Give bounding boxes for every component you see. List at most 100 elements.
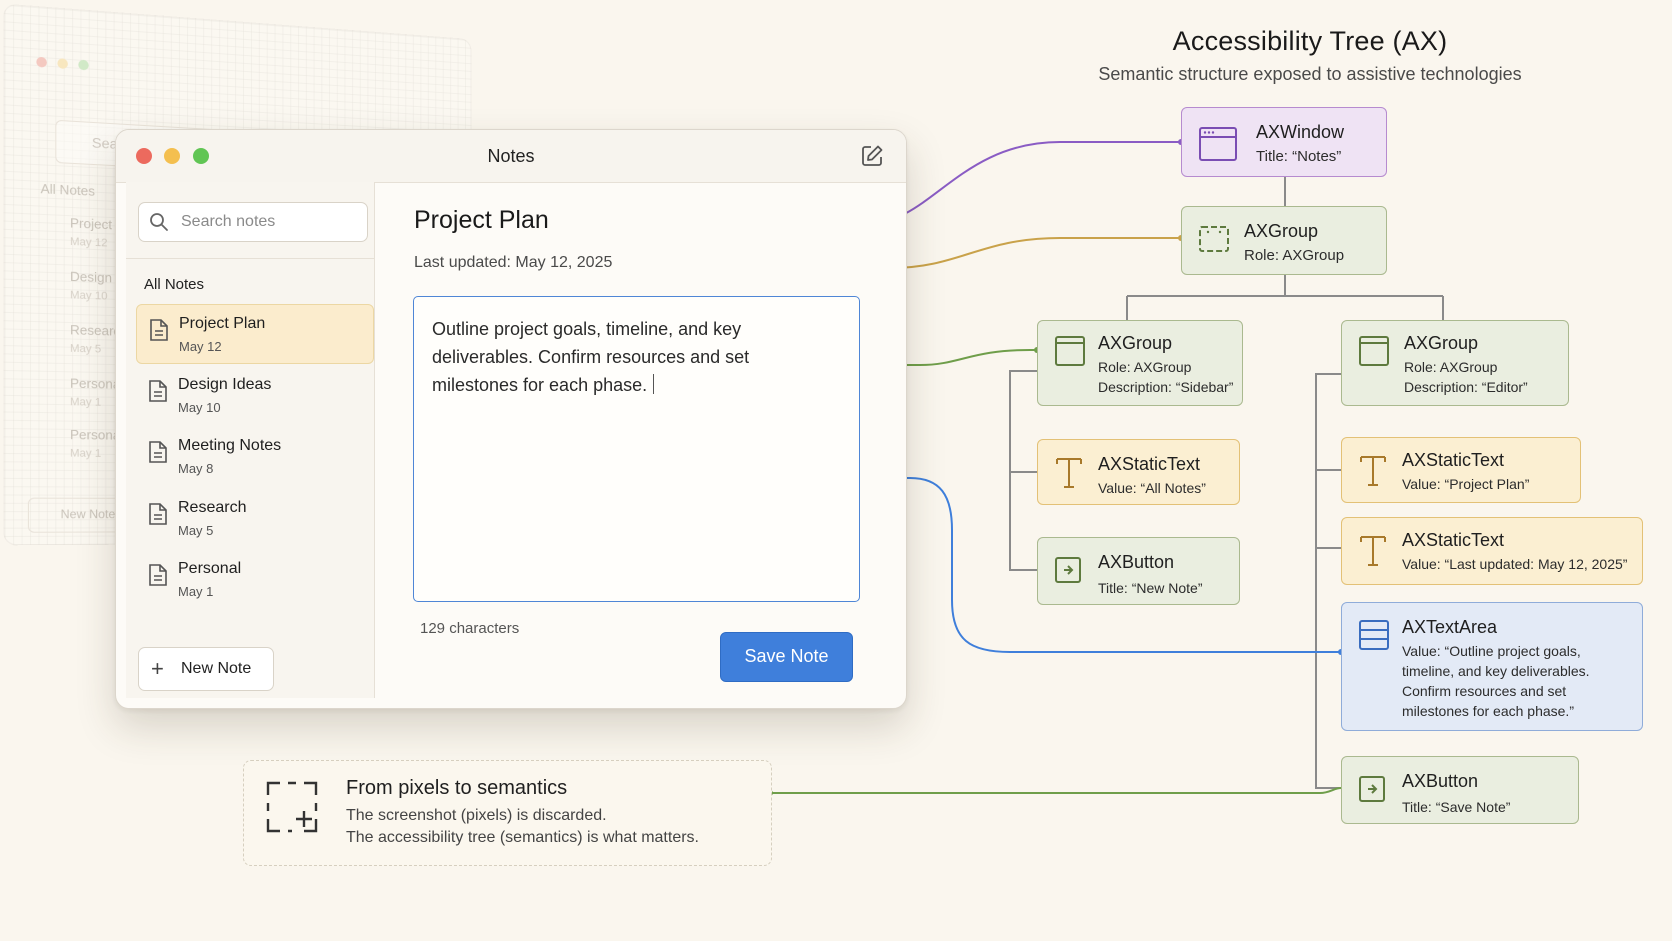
ax-role: AXGroup [1404,333,1479,353]
caption-box: From pixels to semantics The screenshot … [243,760,772,866]
ax-node-group-editor: AXGroup Role: AXGroup Description: “Edit… [1341,320,1569,406]
ax-role: AXStaticText [1402,450,1505,470]
ax-node-window: AXWindow Title: “Notes” [1181,107,1387,177]
ax-node-textarea: AXTextArea Value: “Outline project goals… [1341,602,1643,731]
ax-attr: Value: “Outline project goals, [1402,643,1581,659]
ax-attr: Role: AXGroup [1244,247,1345,264]
ax-attr: Role: AXGroup [1404,359,1498,375]
new-note-button[interactable]: + New Note [138,647,274,691]
ghost-section: All Notes [40,180,96,199]
tree-group-branches [1126,275,1444,320]
note-title: Research [178,499,247,516]
note-date: May 1 [178,584,214,599]
note-item-design-ideas[interactable]: Design Ideas May 10 [136,366,372,424]
ax-node-group-sidebar: AXGroup Role: AXGroup Description: “Side… [1037,320,1243,406]
ax-attr: Value: “Project Plan” [1402,476,1530,492]
group-icon [1199,226,1229,252]
ghost-item-date: May 12 [69,235,108,250]
title-bar: Notes [116,130,906,183]
ax-attr: Role: AXGroup [1098,359,1192,375]
ax-attr: milestones for each phase.” [1402,703,1574,719]
note-date: May 12 [179,339,222,354]
diagram-title: Accessibility Tree (AX) [1172,26,1448,56]
ax-attr: Title: “Save Note” [1402,799,1511,815]
section-label-all-notes: All Notes [144,276,205,293]
ghost-minimize-dot [57,58,68,70]
character-count: 129 characters [420,620,520,637]
note-document-icon [149,441,167,463]
textarea-icon [1359,620,1389,650]
text-icon [1360,456,1386,486]
search-placeholder: Search notes [181,213,276,230]
ax-node-group-root: AXGroup Role: AXGroup [1181,206,1387,275]
panel-icon [1359,336,1389,366]
ax-node-button-new-note: AXButton Title: “New Note” [1037,537,1240,605]
search-input[interactable]: Search notes [138,202,368,242]
text-caret [653,374,655,394]
editor-title: Project Plan [414,206,549,234]
diagram-subtitle: Semantic structure exposed to assistive … [1098,64,1522,84]
search-icon [150,213,168,231]
ax-attr: Confirm resources and set [1402,683,1567,699]
ax-role: AXStaticText [1402,530,1505,550]
note-item-research[interactable]: Research May 5 [136,489,372,547]
note-item-meeting-notes[interactable]: Meeting Notes May 8 [136,427,372,485]
ghost-zoom-dot [78,59,89,71]
ax-attr: Description: “Editor” [1404,379,1528,395]
ax-role: AXStaticText [1098,454,1201,474]
compose-icon[interactable] [860,144,884,168]
note-document-icon [150,319,168,341]
note-document-icon [149,380,167,402]
ax-node-statictext-all-notes: AXStaticText Value: “All Notes” [1037,439,1240,505]
note-title: Design Ideas [178,376,272,393]
caption-heading: From pixels to semantics [346,777,568,799]
note-item-personal[interactable]: Personal May 1 [136,550,372,608]
caption-line-1: The screenshot (pixels) is discarded. [346,807,607,824]
ax-node-statictext-last-updated: AXStaticText Value: “Last updated: May 1… [1341,517,1643,585]
ghost-item-date: May 1 [69,395,102,409]
ghost-close-dot [36,56,47,68]
ax-role: AXButton [1402,771,1479,791]
ghost-item-date: May 5 [69,342,102,356]
text-icon [1360,536,1386,566]
caption-line-2: The accessibility tree (semantics) is wh… [346,829,699,846]
note-title: Project Plan [179,315,266,332]
note-title: Personal [178,560,242,577]
notes-window: Notes Search notes All Notes Project Pla… [115,129,907,709]
tree-editor-bracket [1315,373,1341,789]
ax-role: AXTextArea [1402,617,1498,637]
note-date: May 8 [178,461,214,476]
note-date: May 10 [178,400,221,415]
ax-attr: Title: “Notes” [1256,148,1342,165]
ghost-item-date: May 10 [69,289,108,303]
ax-attr: Description: “Sidebar” [1098,379,1234,395]
wire-caption-to-axbutton-save [770,787,1342,794]
sidebar-divider [126,258,374,259]
text-icon [1056,458,1082,488]
screenshot-selection-icon [266,781,318,833]
note-date: May 5 [178,523,214,538]
ax-attr: Title: “New Note” [1098,580,1203,596]
note-document-icon [149,564,167,586]
note-title: Meeting Notes [178,437,282,454]
tree-sidebar-bracket [1009,370,1037,571]
button-icon [1359,776,1385,802]
note-body-textarea[interactable]: Outline project goals, timeline, and key… [413,296,860,602]
ax-role: AXWindow [1256,122,1345,142]
panel-icon [1055,336,1085,366]
ax-role: AXGroup [1244,221,1319,241]
ghost-item: Persona [69,375,121,392]
ax-role: AXButton [1098,552,1175,572]
editor-last-updated: Last updated: May 12, 2025 [414,254,613,271]
ax-attr: Value: “Last updated: May 12, 2025” [1402,556,1628,572]
note-item-project-plan[interactable]: Project Plan May 12 [136,304,374,364]
window-title: Notes [487,146,535,166]
new-note-label: New Note [181,660,252,677]
ghost-new-button: New Note [27,497,124,533]
ghost-new-label: New Note [60,506,116,522]
note-document-icon [149,503,167,525]
ghost-item: Persona [69,426,121,443]
save-note-button[interactable]: Save Note [720,632,853,682]
button-icon [1055,557,1081,583]
ax-node-statictext-project-plan: AXStaticText Value: “Project Plan” [1341,437,1581,503]
